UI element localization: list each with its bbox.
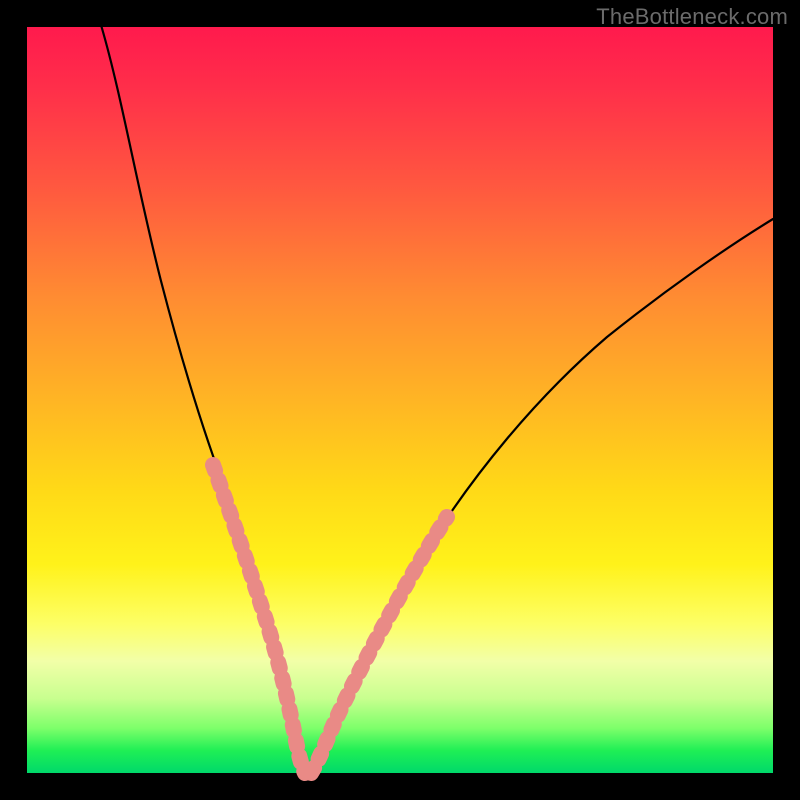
bottleneck-curve [102,27,773,773]
chart-frame: TheBottleneck.com [0,0,800,800]
curve-layer [27,27,773,773]
watermark-text: TheBottleneck.com [596,4,788,30]
plot-area [27,27,773,773]
bead-overlay-left [213,465,305,773]
bead-overlay-right [311,517,447,773]
